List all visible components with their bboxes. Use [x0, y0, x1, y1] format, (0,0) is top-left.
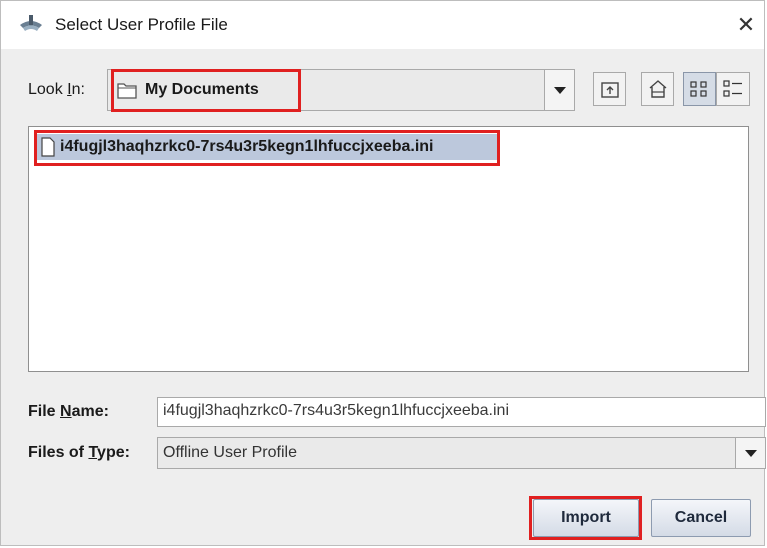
list-view-icon	[690, 81, 707, 97]
look-in-label: Look In:	[28, 81, 85, 98]
details-view-icon	[723, 80, 742, 97]
up-one-level-icon	[601, 82, 619, 98]
cancel-button[interactable]: Cancel	[651, 499, 751, 537]
file-name-label: File Name:	[28, 403, 109, 420]
title-bar: Select User Profile File ✕	[1, 1, 764, 49]
file-name-text: i4fugjl3haqhzrkc0-7rs4u3r5kegn1lhfuccjxe…	[60, 138, 434, 155]
look-in-combobox[interactable]: My Documents	[107, 69, 575, 111]
app-icon	[20, 15, 42, 31]
look-in-dropdown-arrow[interactable]	[544, 70, 574, 110]
home-icon	[649, 80, 667, 98]
folder-icon	[117, 83, 137, 99]
file-list[interactable]: i4fugjl3haqhzrkc0-7rs4u3r5kegn1lhfuccjxe…	[28, 126, 749, 372]
details-view-button[interactable]	[716, 72, 750, 106]
home-button[interactable]	[641, 72, 674, 106]
up-one-level-button[interactable]	[593, 72, 626, 106]
list-view-button[interactable]	[683, 72, 716, 106]
file-icon	[41, 137, 55, 157]
file-type-combobox[interactable]: Offline User Profile	[157, 437, 766, 469]
file-list-item[interactable]: i4fugjl3haqhzrkc0-7rs4u3r5kegn1lhfuccjxe…	[36, 134, 500, 160]
file-type-label: Files of Type:	[28, 444, 130, 461]
import-button[interactable]: Import	[533, 499, 639, 537]
look-in-value: My Documents	[145, 81, 259, 98]
file-chooser-dialog: Select User Profile File ✕ Look In: My D…	[0, 0, 766, 546]
window-title: Select User Profile File	[55, 15, 228, 34]
file-name-input[interactable]: i4fugjl3haqhzrkc0-7rs4u3r5kegn1lhfuccjxe…	[157, 397, 766, 427]
close-button[interactable]: ✕	[728, 9, 764, 41]
file-type-dropdown-arrow[interactable]	[735, 438, 765, 468]
file-type-value: Offline User Profile	[163, 444, 297, 461]
